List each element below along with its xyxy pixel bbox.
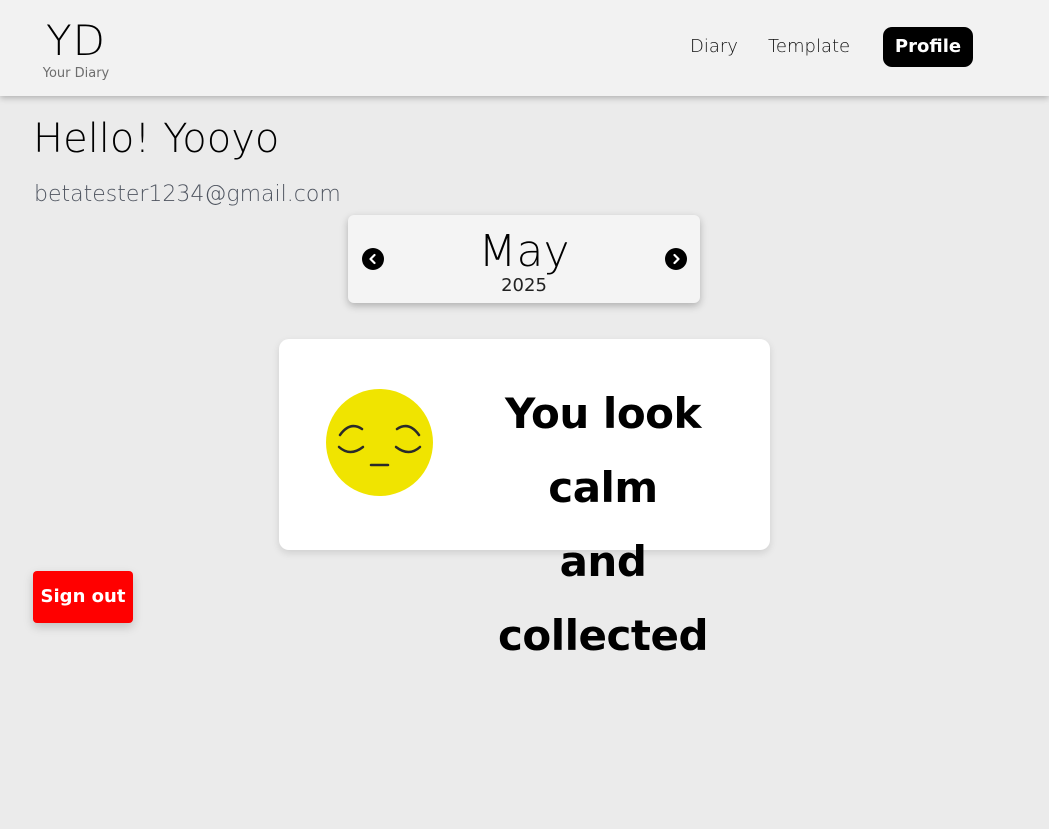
nav-profile-button[interactable]: Profile (883, 27, 973, 67)
app-logo[interactable]: YD Your Diary (38, 16, 114, 82)
mood-message-line-2: and collected (497, 537, 709, 660)
month-name: May (478, 226, 570, 277)
mood-message-line-1: You look calm (505, 389, 701, 512)
sign-out-button[interactable]: Sign out (33, 571, 133, 623)
logo-mark: YD (46, 16, 106, 65)
logo-subtitle: Your Diary (42, 66, 110, 81)
chevron-right-icon (673, 253, 680, 265)
nav-diary-link[interactable]: Diary (690, 34, 738, 60)
next-month-button[interactable] (665, 248, 687, 270)
relieved-face-icon (326, 389, 433, 496)
nav-template-link[interactable]: Template (768, 34, 850, 60)
user-email: betatester1234@gmail.com (34, 182, 341, 207)
mood-message: You look calm and collected (449, 377, 757, 673)
greeting-heading: Hello! Yooyo (33, 116, 280, 162)
month-year: 2025 (501, 275, 547, 296)
mood-summary-card: You look calm and collected (279, 339, 770, 660)
top-navbar: YD Your Diary Diary Template Profile (0, 0, 1049, 96)
month-picker: May 2025 (348, 215, 700, 303)
